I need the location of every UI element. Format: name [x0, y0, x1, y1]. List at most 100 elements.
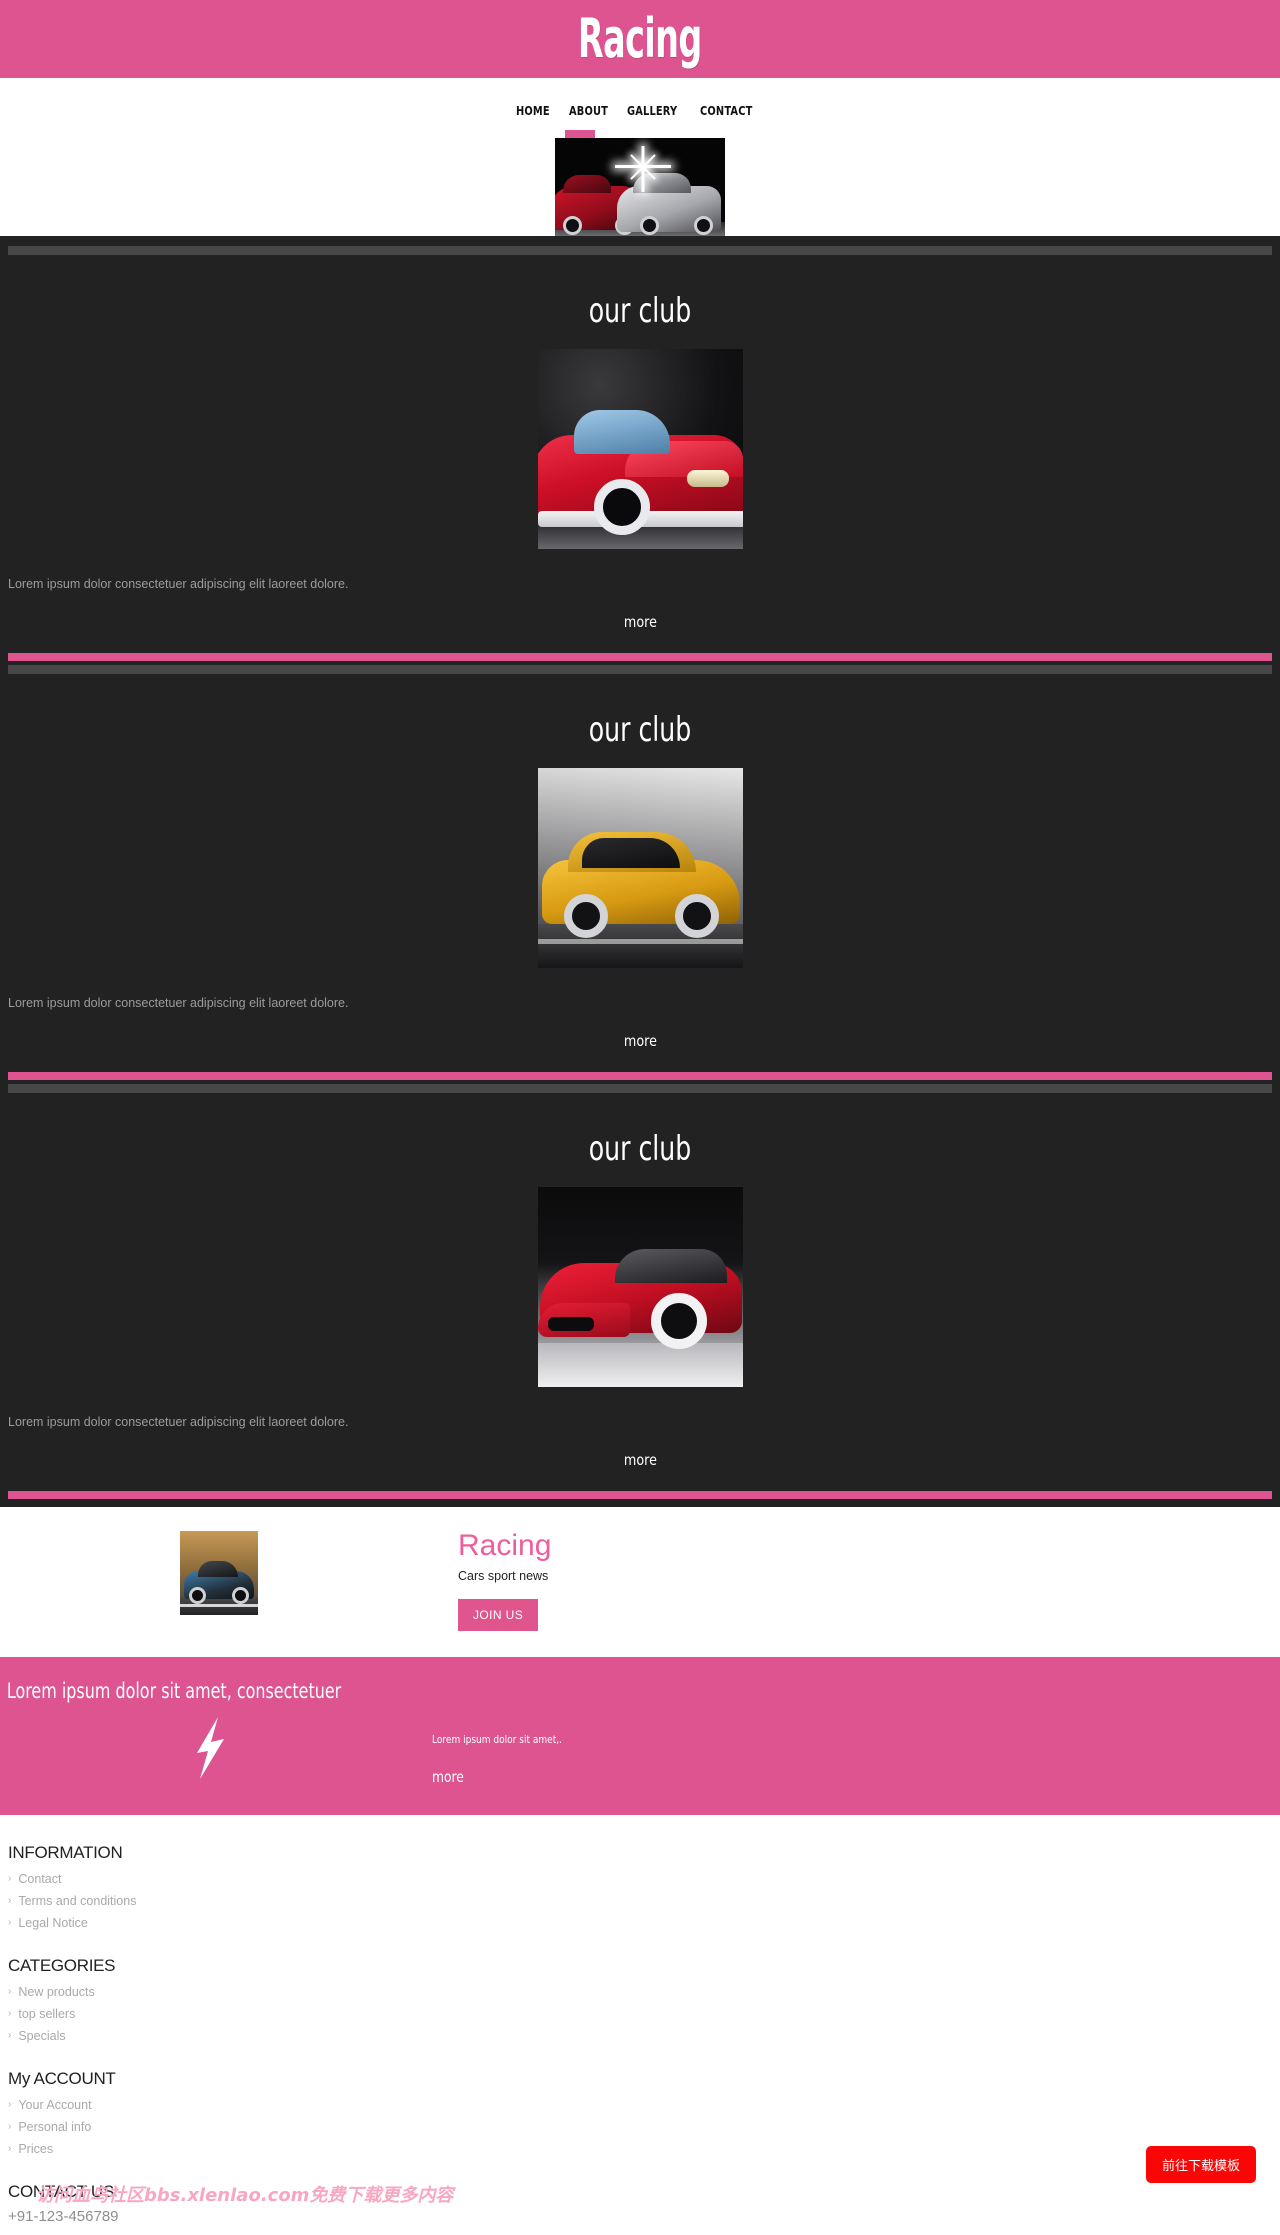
club2-wheel-rear — [674, 894, 719, 938]
footer-item-contact[interactable]: › Contact — [8, 1872, 1280, 1886]
club-more-link-1[interactable]: more — [623, 613, 656, 631]
footer-link-specials[interactable]: Specials — [18, 2029, 65, 2043]
club3-car-cabin — [614, 1249, 727, 1283]
chevron-right-icon: › — [8, 2099, 12, 2110]
chevron-right-icon: › — [8, 2143, 12, 2154]
footer-link-personal-info[interactable]: Personal info — [18, 2120, 91, 2134]
club-title-3: our club — [588, 1129, 692, 1169]
site-header: Racing — [0, 0, 1280, 78]
chevron-right-icon: › — [8, 1986, 12, 1997]
footer-item-prices[interactable]: › Prices — [8, 2142, 1280, 2156]
club-photo-wrap-1 — [0, 331, 1280, 549]
section-divider-gray-1 — [8, 246, 1272, 255]
join-image-blue-coupe — [180, 1531, 258, 1615]
primary-navigation: HOME ABOUT GALLERY CONTACT — [516, 104, 763, 118]
footer-item-legal[interactable]: › Legal Notice — [8, 1916, 1280, 1930]
join-text-block: Racing Cars sport news JOIN US — [458, 1531, 551, 1631]
hero-wheel-4 — [640, 216, 659, 235]
club-photo-wrap-2 — [0, 750, 1280, 968]
section-divider-pink-2 — [8, 1072, 1272, 1080]
footer-heading-contact-us: CONTACT US — [8, 2182, 114, 2201]
chevron-right-icon: › — [8, 1917, 12, 1928]
chevron-right-icon: › — [8, 2030, 12, 2041]
section-divider-gray-2 — [8, 665, 1272, 674]
nav-item-about[interactable]: ABOUT — [569, 104, 608, 118]
join-strip: Racing Cars sport news JOIN US — [0, 1507, 1280, 1657]
footer-item-your-account[interactable]: › Your Account — [8, 2098, 1280, 2112]
section-divider-pink-3 — [8, 1491, 1272, 1499]
chevron-right-icon: › — [8, 1873, 12, 1884]
club-more-link-3[interactable]: more — [623, 1451, 656, 1469]
join-title: Racing — [458, 1529, 552, 1562]
footer-link-new-products[interactable]: New products — [18, 1985, 94, 1999]
club2-wheel-front — [563, 894, 608, 938]
footer-list-information: › Contact › Terms and conditions › Legal… — [8, 1872, 1280, 1930]
section-divider-pink-1 — [8, 653, 1272, 661]
promo-row: Lorem ipsum dolor sit amet,. more — [0, 1717, 1280, 1787]
footer-item-new-products[interactable]: › New products — [8, 1985, 1280, 1999]
club2-light-streak — [537, 939, 743, 944]
footer-heading-my-account: My ACCOUNT — [8, 2069, 116, 2088]
site-footer: INFORMATION › Contact › Terms and condit… — [0, 1815, 1280, 2235]
club-title-2: our club — [588, 710, 692, 750]
hero-image-sportscars — [555, 138, 725, 236]
club1-headlight — [686, 470, 729, 487]
promo-text: Lorem ipsum dolor sit amet,. — [432, 1733, 562, 1746]
footer-link-your-account[interactable]: Your Account — [18, 2098, 91, 2112]
join-subtitle: Cars sport news — [458, 1569, 549, 1583]
join-car-cabin — [198, 1561, 238, 1577]
club3-wheel — [650, 1293, 707, 1349]
footer-link-top-sellers[interactable]: top sellers — [18, 2007, 75, 2021]
footer-phone-number: +91-123-456789 — [8, 2208, 119, 2225]
footer-item-specials[interactable]: › Specials — [8, 2029, 1280, 2043]
footer-link-terms[interactable]: Terms and conditions — [18, 1894, 136, 1908]
footer-list-my-account: › Your Account › Personal info › Prices — [8, 2098, 1280, 2156]
primary-navigation-bar: HOME ABOUT GALLERY CONTACT — [0, 78, 1280, 118]
club2-car-glass — [581, 838, 680, 868]
club-caption-2: Lorem ipsum dolor consectetuer adipiscin… — [8, 996, 349, 1010]
promo-more-link[interactable]: more — [432, 1768, 464, 1786]
join-road-line — [180, 1604, 258, 1607]
footer-link-contact[interactable]: Contact — [18, 1872, 61, 1886]
club-photo-wrap-3 — [0, 1169, 1280, 1387]
chevron-right-icon: › — [8, 1895, 12, 1906]
join-wheel-front — [189, 1587, 206, 1604]
footer-item-top-sellers[interactable]: › top sellers — [8, 2007, 1280, 2021]
join-us-button[interactable]: JOIN US — [458, 1599, 539, 1631]
download-template-button[interactable]: 前往下载模板 — [1145, 2146, 1256, 2183]
promo-right-block: Lorem ipsum dolor sit amet,. more — [432, 1717, 591, 1787]
promo-band: Lorem ipsum dolor sit amet, consectetuer… — [0, 1657, 1280, 1815]
club1-wheel — [593, 479, 650, 535]
promo-heading: Lorem ipsum dolor sit amet, consectetuer — [6, 1679, 342, 1703]
club3-grille — [547, 1317, 594, 1331]
club-section-1: our club Lorem ipsum dolor consectetuer … — [0, 255, 1280, 653]
nav-item-home[interactable]: HOME — [516, 104, 550, 118]
footer-link-legal[interactable]: Legal Notice — [18, 1916, 88, 1930]
club3-floor — [537, 1343, 743, 1387]
hero-wheel-3 — [694, 216, 713, 235]
footer-heading-categories: CATEGORIES — [8, 1956, 116, 1975]
chevron-right-icon: › — [8, 2121, 12, 2132]
join-wheel-rear — [232, 1587, 249, 1604]
club-caption-3: Lorem ipsum dolor consectetuer adipiscin… — [8, 1415, 349, 1429]
nav-item-gallery[interactable]: GALLERY — [627, 104, 677, 118]
dark-bottom-spacer — [0, 1499, 1280, 1507]
club-more-wrap-3: more — [0, 1429, 1280, 1491]
brand-logo: Racing — [578, 7, 702, 70]
hero-banner — [0, 118, 1280, 236]
footer-link-prices[interactable]: Prices — [18, 2142, 53, 2156]
club-more-wrap-1: more — [0, 591, 1280, 653]
club-image-yellow-hatchback — [537, 768, 743, 968]
club-more-wrap-2: more — [0, 1010, 1280, 1072]
club-caption-1: Lorem ipsum dolor consectetuer adipiscin… — [8, 577, 349, 591]
club1-car-glass — [573, 410, 670, 454]
club-more-link-2[interactable]: more — [623, 1032, 656, 1050]
club-title-1: our club — [588, 291, 692, 331]
club-section-3: our club Lorem ipsum dolor consectetuer … — [0, 1093, 1280, 1491]
footer-item-personal-info[interactable]: › Personal info — [8, 2120, 1280, 2134]
club-section-2: our club Lorem ipsum dolor consectetuer … — [0, 674, 1280, 1072]
nav-item-contact[interactable]: CONTACT — [700, 104, 752, 118]
footer-heading-information: INFORMATION — [8, 1843, 123, 1862]
hero-wheel-1 — [563, 216, 582, 235]
footer-item-terms[interactable]: › Terms and conditions — [8, 1894, 1280, 1908]
